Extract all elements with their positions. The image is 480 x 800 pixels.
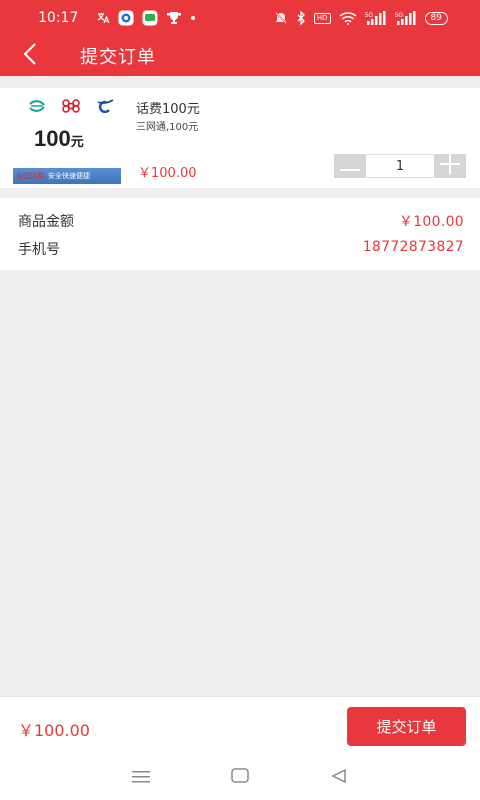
menu-icon <box>132 769 151 788</box>
quantity-stepper <box>334 154 466 178</box>
amount-label: 商品金额 <box>18 214 74 230</box>
thumbnail-amount-unit: 元 <box>70 134 84 149</box>
thumbnail-banner-right: 安全快速便捷 <box>48 172 90 180</box>
triangle-back-icon <box>330 768 347 788</box>
bluetooth-icon <box>296 11 306 25</box>
app-bar: 提交订单 <box>0 36 480 76</box>
nav-back-button[interactable] <box>319 758 359 798</box>
thumbnail-banner-left: 全国话费 <box>16 172 44 180</box>
phone-label: 手机号 <box>18 242 60 258</box>
thumbnail-amount-number: 100 <box>34 126 71 151</box>
phone-row: 手机号 18772873827 <box>18 239 464 259</box>
minus-icon <box>340 157 360 176</box>
nav-home-button[interactable] <box>220 758 260 798</box>
signal-icon-1: 5G <box>365 11 387 25</box>
dot-icon <box>190 11 196 25</box>
checkout-footer: ￥100.00 提交订单 <box>0 696 480 756</box>
china-mobile-logo-icon <box>28 98 46 117</box>
amount-row: 商品金额 ￥100.00 <box>18 211 464 231</box>
china-unicom-logo-icon <box>60 98 82 117</box>
amount-value: ￥100.00 <box>398 214 464 230</box>
svg-text:5G: 5G <box>395 13 403 19</box>
signal-icon-2: 5G <box>395 11 417 25</box>
svg-text:5G: 5G <box>365 13 373 19</box>
china-telecom-logo-icon <box>96 98 114 117</box>
status-time: 10:17 <box>38 10 79 26</box>
page-title: 提交订单 <box>80 47 156 68</box>
product-thumbnail: 100元 全国话费 安全快速便捷 <box>12 96 122 186</box>
footer-total: ￥100.00 <box>18 721 90 740</box>
app-notification-icon <box>118 10 134 26</box>
back-button[interactable] <box>0 36 60 76</box>
wifi-icon <box>339 11 357 25</box>
carrier-logos <box>28 98 114 117</box>
quantity-input[interactable] <box>366 154 434 178</box>
battery-indicator: 89 <box>424 11 448 25</box>
decrement-button[interactable] <box>334 154 366 178</box>
plus-icon <box>440 154 460 178</box>
home-square-icon <box>231 768 249 788</box>
translate-icon <box>96 11 110 25</box>
phone-value: 18772873827 <box>362 239 464 255</box>
product-subtitle: 三网通,100元 <box>136 122 199 133</box>
status-bar: 10:17 HD 5G 5G 89 <box>0 0 480 36</box>
thumbnail-banner: 全国话费 安全快速便捷 <box>13 168 121 184</box>
product-name: 话费100元 <box>136 102 200 117</box>
submit-order-button[interactable]: 提交订单 <box>347 707 466 746</box>
nav-menu-button[interactable] <box>121 758 161 798</box>
product-card: 100元 全国话费 安全快速便捷 话费100元 三网通,100元 ￥100.00 <box>0 88 480 188</box>
increment-button[interactable] <box>434 154 466 178</box>
thumbnail-amount: 100元 <box>34 126 84 152</box>
status-left: 10:17 <box>38 10 196 26</box>
message-notification-icon <box>142 10 158 26</box>
status-right: HD 5G 5G 89 <box>274 11 448 25</box>
hd-badge: HD <box>313 12 331 24</box>
trophy-notification-icon <box>166 11 182 25</box>
system-nav-bar <box>0 756 480 800</box>
mute-bell-icon <box>274 11 288 25</box>
order-summary: 商品金额 ￥100.00 手机号 18772873827 <box>0 198 480 270</box>
chevron-left-icon <box>23 42 37 70</box>
product-price: ￥100.00 <box>138 166 197 181</box>
